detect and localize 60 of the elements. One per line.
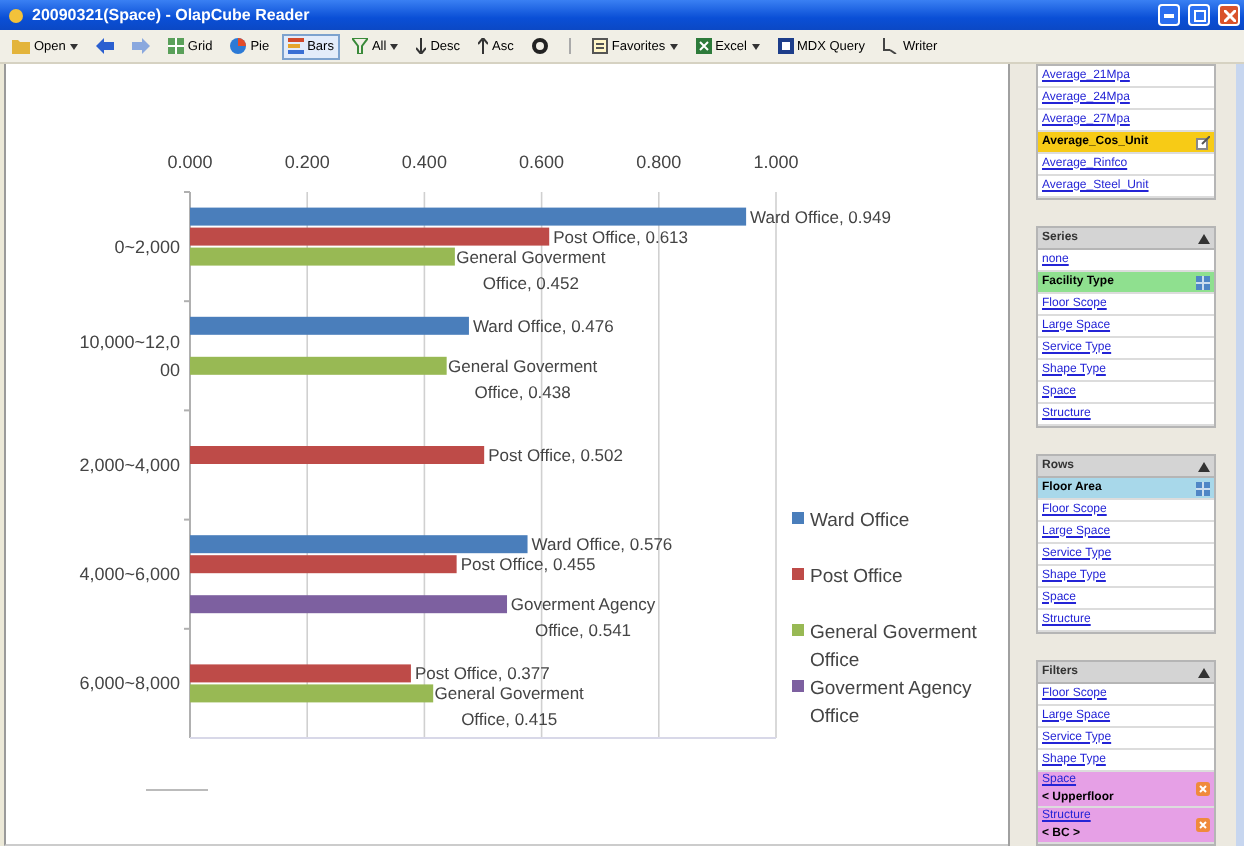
category-label: 0~2,000 [114, 236, 180, 257]
back-arrow-icon [95, 38, 114, 54]
grid-icon [167, 38, 184, 54]
legend-label: Post Office [810, 566, 903, 588]
axis-tick-label: 0.800 [636, 152, 682, 172]
caret-icon [69, 43, 78, 49]
axis-tick-label: 0.600 [519, 152, 565, 172]
collapse-icon[interactable] [1198, 667, 1210, 677]
pie-chart-icon [230, 38, 247, 54]
document-icon [591, 38, 608, 54]
minimize-icon [1164, 13, 1174, 17]
category-label: 6,000~8,000 [79, 673, 180, 694]
funnel-icon [351, 38, 368, 54]
data-label: General Goverment Office, 0.415 [434, 683, 584, 730]
category-label: 4,000~6,000 [79, 564, 180, 585]
caret-icon [390, 43, 399, 49]
axis-tick-label: 0.000 [167, 152, 213, 172]
axis-tick-label: 1.000 [753, 152, 799, 172]
caret-icon [751, 43, 759, 49]
data-label: Ward Office, 0.476 [472, 315, 614, 336]
spreadsheet-icon [695, 38, 712, 54]
window-title: 20090321(Space) - OlapCube Reader [32, 6, 312, 24]
category-label: 10,000~12,000 [79, 331, 180, 380]
caret-icon [669, 43, 678, 49]
data-label: Post Office, 0.455 [460, 554, 596, 575]
bar-chart-icon [287, 38, 304, 54]
axis-tick-label: 0.400 [401, 152, 447, 172]
down-arrow-icon [416, 38, 427, 54]
edit-icon[interactable] [1196, 135, 1210, 149]
data-label: Ward Office, 0.949 [750, 206, 891, 227]
data-label: Post Office, 0.613 [553, 226, 689, 247]
data-label: General Goverment Office, 0.438 [448, 355, 598, 402]
remove-icon[interactable] [1196, 818, 1210, 832]
forward-arrow-icon [131, 38, 150, 54]
divider-icon [565, 38, 574, 54]
data-label: General Goverment Office, 0.452 [456, 246, 606, 293]
data-label: Post Office, 0.377 [414, 663, 550, 684]
maximize-icon [1193, 9, 1205, 21]
grid-icon[interactable] [1196, 481, 1210, 495]
close-button[interactable] [1218, 4, 1240, 26]
legend-label: General Goverment Office [810, 622, 977, 672]
app-icon [8, 7, 24, 23]
axis-tick-label: 0.200 [284, 152, 330, 172]
data-label: Post Office, 0.502 [488, 445, 623, 465]
legend-label: Goverment Agency Office [810, 678, 972, 728]
collapse-icon[interactable] [1198, 461, 1210, 471]
ring-icon [531, 38, 548, 54]
remove-icon[interactable] [1196, 782, 1210, 796]
maximize-button[interactable] [1188, 4, 1210, 26]
minimize-button[interactable] [1158, 4, 1180, 26]
data-label: Ward Office, 0.576 [531, 534, 673, 555]
collapse-icon[interactable] [1198, 233, 1210, 243]
category-label: 2,000~4,000 [79, 455, 180, 475]
grid-icon[interactable] [1196, 275, 1210, 289]
up-arrow-icon [478, 38, 489, 54]
window-icon [777, 38, 793, 54]
data-label: Goverment Agency Office, 0.541 [510, 594, 656, 641]
close-icon [1223, 9, 1235, 21]
folder-icon [12, 38, 30, 54]
legend-label: Ward Office [810, 510, 910, 532]
